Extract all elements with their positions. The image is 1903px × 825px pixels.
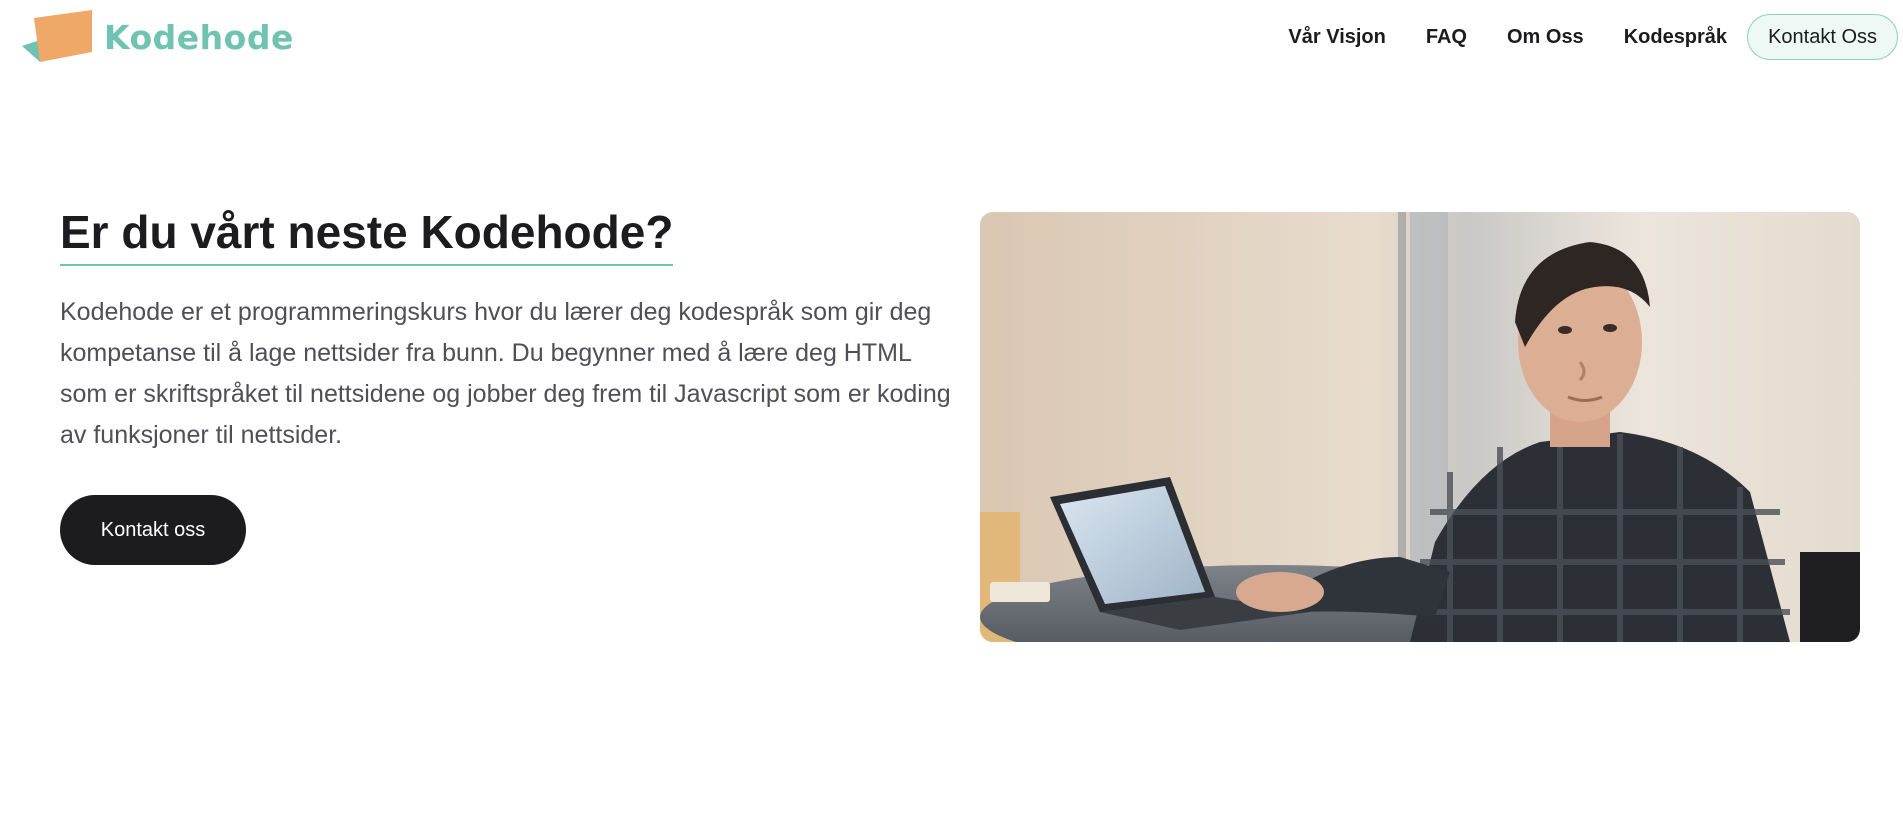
nav-link-om-oss[interactable]: Om Oss	[1507, 26, 1584, 49]
logo-icon	[22, 10, 92, 62]
nav-link-faq[interactable]: FAQ	[1426, 26, 1467, 49]
hero-photo	[980, 212, 1860, 642]
nav-contact-button[interactable]: Kontakt Oss	[1747, 14, 1898, 60]
nav-link-kodesprak[interactable]: Kodespråk	[1624, 26, 1727, 49]
logo-link[interactable]: Kodehode	[20, 10, 294, 64]
logo-text: Kodehode	[104, 17, 294, 57]
hero-contact-button[interactable]: Kontakt oss	[60, 495, 246, 565]
person-at-laptop-illustration	[980, 212, 1860, 642]
site-header: Kodehode Vår Visjon FAQ Om Oss Kodespråk…	[0, 0, 1903, 76]
hero-title: Er du vårt neste Kodehode?	[60, 207, 674, 266]
main-nav: Vår Visjon FAQ Om Oss Kodespråk Kontakt …	[1288, 14, 1898, 60]
hero-description: Kodehode er et programmeringskurs hvor d…	[60, 298, 951, 449]
nav-link-var-visjon[interactable]: Vår Visjon	[1288, 26, 1385, 49]
